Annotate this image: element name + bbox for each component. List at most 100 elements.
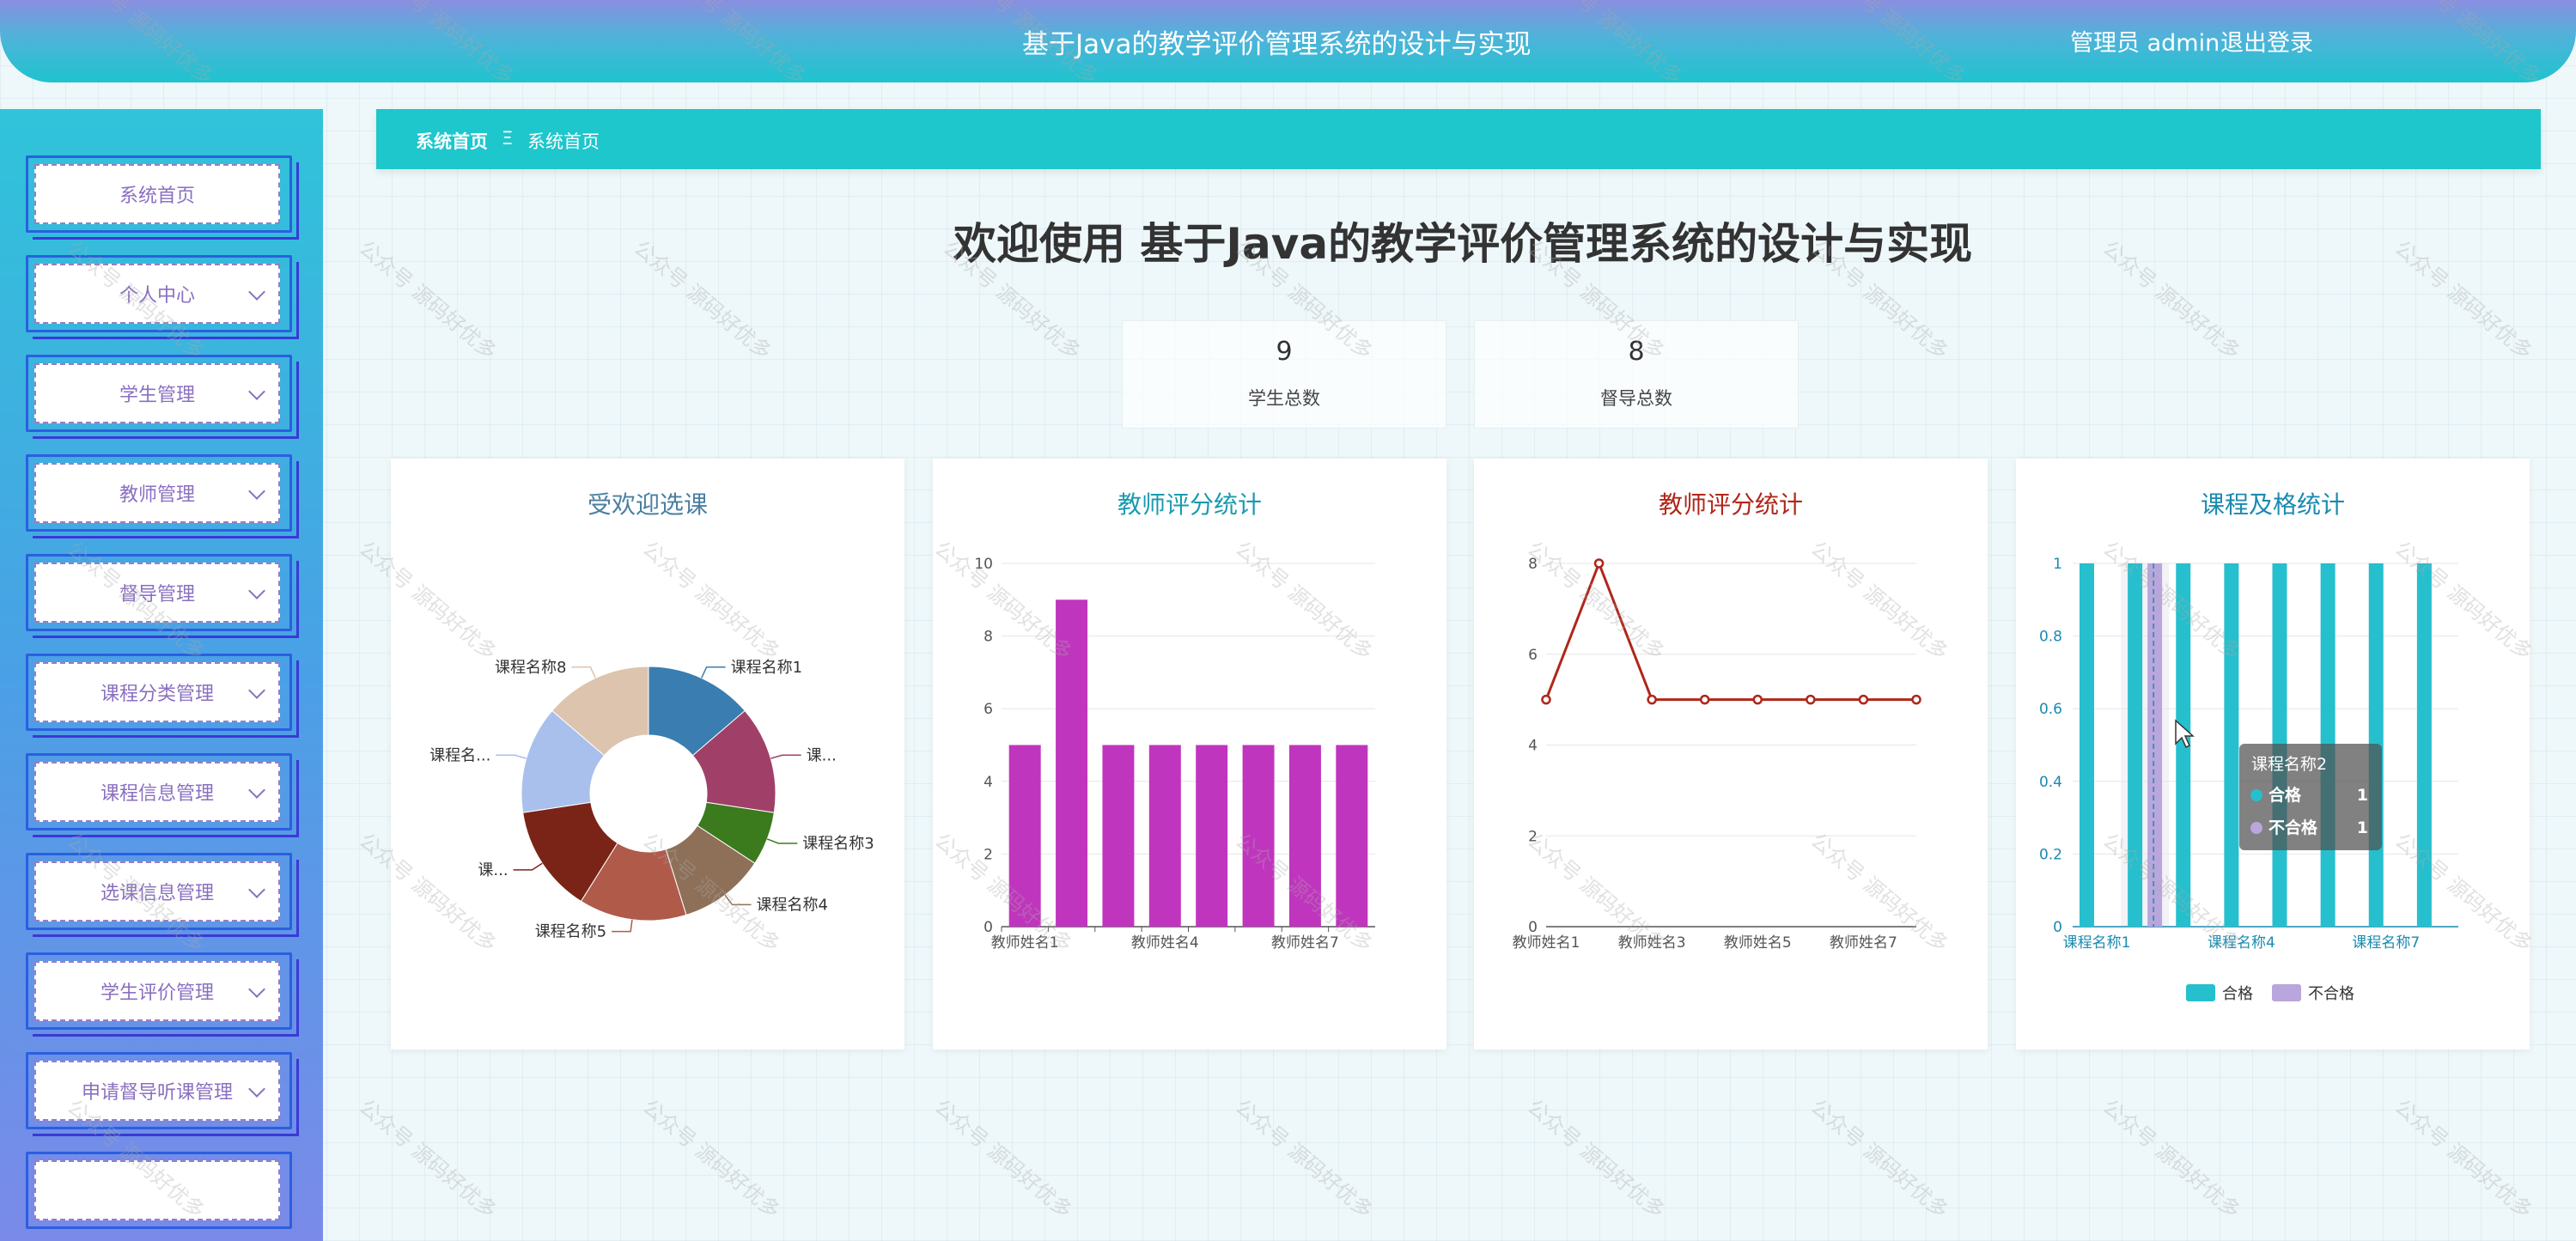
sidebar-item-8[interactable]: 选课信息管理 xyxy=(26,853,299,937)
menu-button[interactable]: 课程信息管理 xyxy=(34,762,280,822)
legend-swatch xyxy=(2272,984,2301,1001)
menu-button[interactable]: 学生评价管理 xyxy=(34,961,280,1021)
pie-slice-label: 课... xyxy=(807,746,837,764)
tooltip-value: 1 xyxy=(2357,786,2368,805)
menu-button[interactable]: 督导管理 xyxy=(34,563,280,623)
y-tick-label: 0.4 xyxy=(2039,774,2062,791)
menu-button[interactable]: 教师管理 xyxy=(34,463,280,523)
menu-button[interactable]: 系统首页 xyxy=(34,164,280,224)
watermark-text: 公众号 源码好优多 xyxy=(354,235,502,365)
legend-swatch xyxy=(2186,984,2215,1001)
y-tick-label: 0.6 xyxy=(2039,701,2062,718)
sidebar-item-7[interactable]: 课程信息管理 xyxy=(26,753,299,837)
sidebar-item-partial[interactable] xyxy=(26,1152,292,1234)
watermark-text: 公众号 源码好优多 xyxy=(929,1094,1077,1224)
sidebar-item-4[interactable]: 教师管理 xyxy=(26,454,299,538)
tooltip-marker xyxy=(2250,822,2262,834)
x-tick-label: 课程名称1 xyxy=(2063,934,2131,952)
page-title: 欢迎使用 基于Java的教学评价管理系统的设计与实现 xyxy=(953,219,1973,269)
line-point xyxy=(1858,694,1869,705)
sidebar-item-2[interactable]: 个人中心 xyxy=(26,255,299,339)
sidebar-item-6[interactable]: 课程分类管理 xyxy=(26,654,299,738)
pie-label-line xyxy=(612,919,633,933)
x-tick-label: 教师姓名5 xyxy=(1724,934,1792,952)
chevron-down-icon xyxy=(248,881,265,898)
watermark-text: 公众号 源码好优多 xyxy=(354,1094,502,1224)
y-tick-label: 1 xyxy=(2053,556,2062,573)
sidebar-item-label: 教师管理 xyxy=(119,484,195,506)
menu-button[interactable] xyxy=(34,1160,280,1220)
y-tick-label: 6 xyxy=(984,701,993,718)
bar xyxy=(2128,563,2143,927)
stat-card-supervisors: 8 督导总数 xyxy=(1474,320,1799,429)
bar xyxy=(1008,745,1041,927)
pie-label-line xyxy=(701,666,726,678)
pie-label-line xyxy=(724,894,752,906)
sidebar-item-5[interactable]: 督导管理 xyxy=(26,554,299,638)
sidebar-item-1[interactable]: 系统首页 xyxy=(26,155,299,240)
x-tick-label: 教师姓名4 xyxy=(1131,934,1199,952)
bar xyxy=(2224,563,2239,927)
watermark-text: 公众号 源码好优多 xyxy=(2098,1094,2245,1224)
bar xyxy=(1242,745,1275,927)
watermark-text: 公众号 源码好优多 xyxy=(2390,235,2537,365)
sidebar: 系统首页个人中心学生管理教师管理督导管理课程分类管理 课程信息管理 选课信息管理学生… xyxy=(0,109,323,1241)
legend-label: 合格 xyxy=(2222,985,2253,1003)
pie-label-line xyxy=(496,754,527,759)
pie-label-line xyxy=(513,862,543,871)
line-point xyxy=(1541,694,1551,705)
line-point xyxy=(1806,694,1816,705)
sidebar-item-label: 学生评价管理 xyxy=(100,982,214,1004)
breadcrumb: 系统首页 Ξ 系统首页 xyxy=(376,109,2541,169)
x-tick-label: 教师姓名7 xyxy=(1830,934,1897,952)
stat-label: 学生总数 xyxy=(1248,388,1320,409)
x-tick-label: 教师姓名3 xyxy=(1618,934,1686,952)
bar xyxy=(1288,745,1321,927)
x-tick-label: 教师姓名1 xyxy=(991,934,1059,952)
stat-value: 8 xyxy=(1628,337,1645,367)
pie-chart: 课程名称1 课... 课程名称3 课程名称4 课程名称5 课... 课程名... 课程名称8 xyxy=(429,659,874,941)
chart-card-teacher-score-line: 教师评分统计 0 2 4 6 8 教师姓名1 教师姓名3 教师姓名5 教师姓名7 xyxy=(1474,459,1988,1049)
breadcrumb-home[interactable]: 系统首页 xyxy=(416,128,488,154)
stat-label: 督导总数 xyxy=(1600,388,1672,409)
sidebar-item-label: 个人中心 xyxy=(119,285,195,307)
y-tick-label: 6 xyxy=(1528,647,1538,664)
y-tick-label: 2 xyxy=(984,846,993,863)
y-tick-label: 4 xyxy=(1528,738,1538,755)
watermark-text: 公众号 源码好优多 xyxy=(2390,1094,2537,1224)
tooltip-marker xyxy=(2250,789,2262,801)
sidebar-item-10[interactable]: 申请督导听课管理 xyxy=(26,1052,299,1136)
y-tick-label: 8 xyxy=(1528,556,1538,573)
chart-card-teacher-score-bar: 教师评分统计 0 2 4 6 8 10 教师姓名1 教师姓名4 教师姓名7 xyxy=(933,459,1446,1049)
line-point xyxy=(1699,694,1710,705)
bar-chart: 0 2 4 6 8 10 教师姓名1 教师姓名4 教师姓名7 xyxy=(974,556,1375,952)
x-tick-label: 课程名称4 xyxy=(2208,934,2275,952)
chevron-down-icon xyxy=(248,782,265,799)
line-point xyxy=(1647,694,1657,705)
y-tick-label: 4 xyxy=(984,774,993,791)
pie-label-line xyxy=(571,666,596,678)
sidebar-item-3[interactable]: 学生管理 xyxy=(26,355,299,439)
app-title: 基于Java的教学评价管理系统的设计与实现 xyxy=(1022,29,1532,60)
sidebar-item-9[interactable]: 学生评价管理 xyxy=(26,952,299,1037)
menu-button[interactable]: 选课信息管理 xyxy=(34,861,280,922)
tooltip-title: 课程名称2 xyxy=(2251,755,2327,774)
y-tick-label: 0 xyxy=(1528,919,1538,936)
watermark-text: 公众号 源码好优多 xyxy=(1806,1094,1953,1224)
legend-label: 不合格 xyxy=(2308,985,2354,1003)
watermark-text: 公众号 源码好优多 xyxy=(637,1094,785,1224)
chevron-down-icon xyxy=(248,682,265,699)
bar xyxy=(1196,745,1228,927)
x-tick-label: 教师姓名7 xyxy=(1271,934,1339,952)
watermark-text: 公众号 源码好优多 xyxy=(1522,1094,1670,1224)
y-tick-label: 8 xyxy=(984,629,993,646)
logout-link[interactable]: 退出登录 xyxy=(2220,24,2313,58)
menu-button[interactable]: 课程分类管理 xyxy=(34,662,280,722)
menu-button[interactable]: 个人中心 xyxy=(34,264,280,324)
line-point xyxy=(1593,558,1605,569)
bar xyxy=(2080,563,2094,927)
menu-button[interactable]: 申请督导听课管理 xyxy=(34,1061,280,1121)
pie-slice-label: 课程名称4 xyxy=(756,896,827,914)
menu-button[interactable]: 学生管理 xyxy=(34,363,280,423)
chevron-down-icon xyxy=(248,981,265,998)
